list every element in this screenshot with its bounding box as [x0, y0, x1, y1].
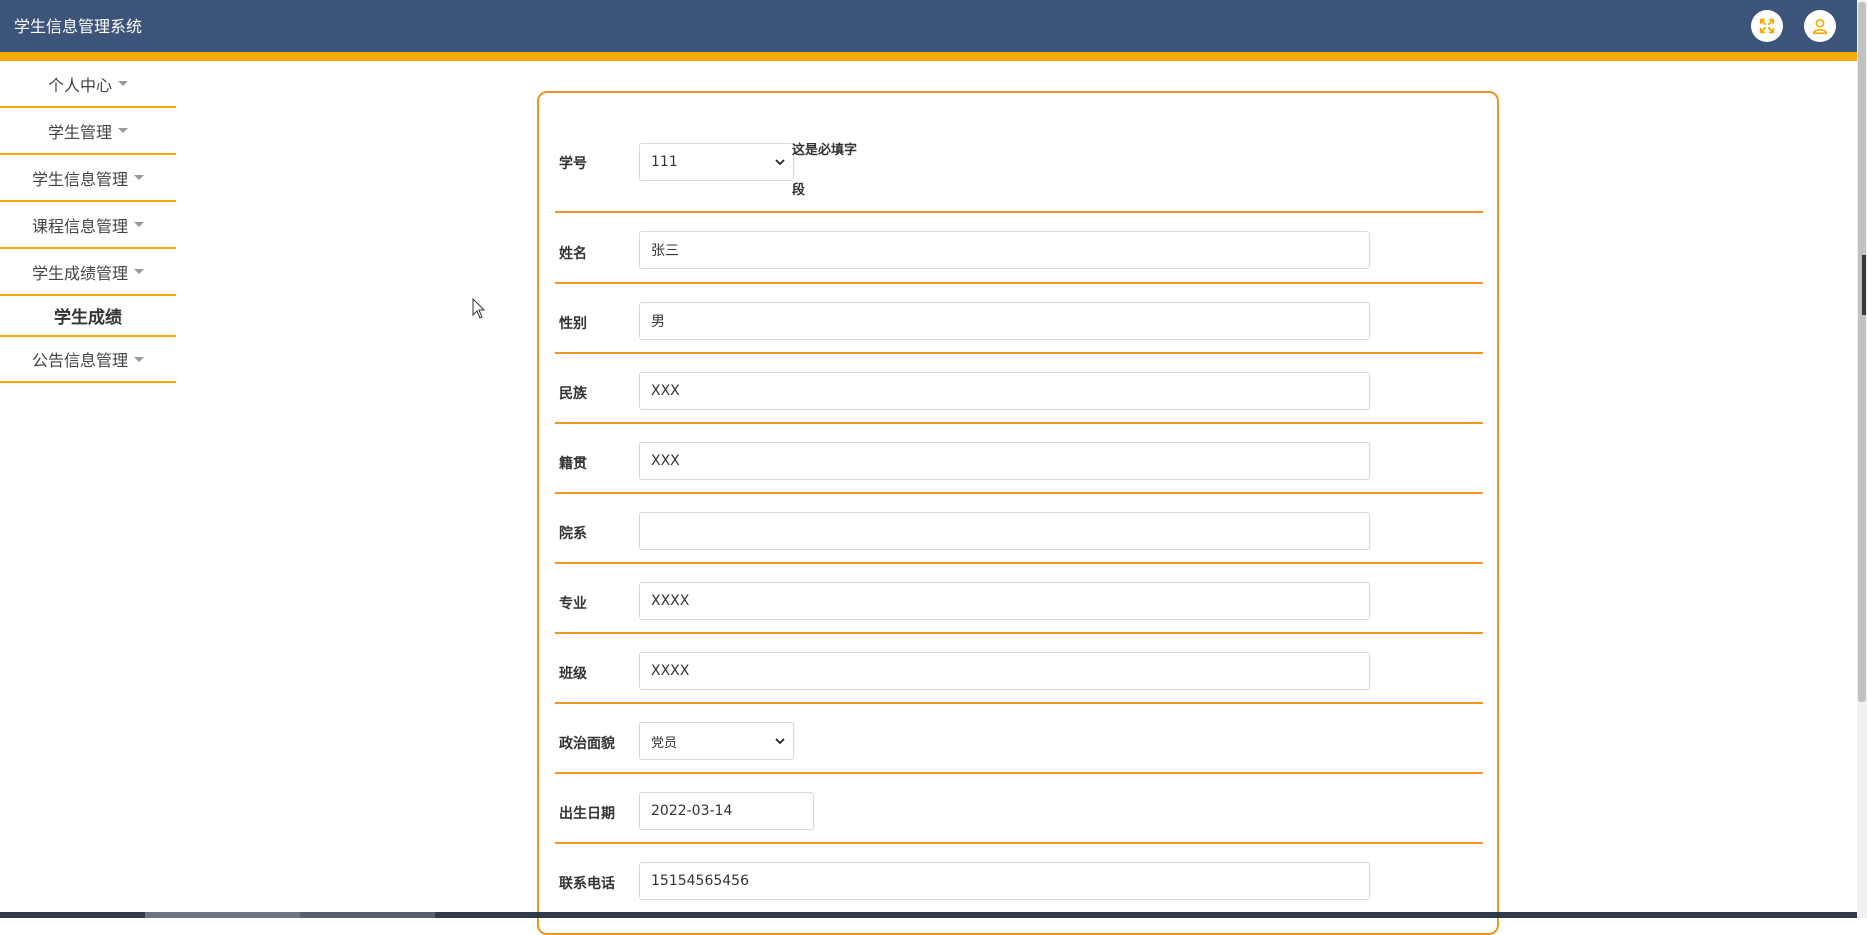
sidebar-item-label: 学生信息管理 [31, 169, 128, 189]
top-header: 学生信息管理系统 [0, 0, 1857, 61]
political-status-select[interactable]: 党员 [639, 722, 794, 760]
sidebar-item-label: 课程信息管理 [31, 216, 128, 236]
chevron-down-icon [775, 738, 785, 745]
name-label: 姓名 [559, 246, 587, 262]
gender-input[interactable]: 男 [639, 302, 1370, 340]
form-row-major: 专业 XXXX [555, 564, 1483, 634]
bottom-strip [0, 912, 1857, 918]
gender-label: 性别 [559, 316, 587, 332]
sidebar-item-student-info-management[interactable]: 学生信息管理 [0, 155, 176, 202]
department-input[interactable] [639, 512, 1370, 550]
form-row-birth-date: 出生日期 2022-03-14 [555, 774, 1483, 844]
student-info-form: 学号 111 姓名 张三 性别 男 民族 XXX 籍贯 XXX 院系 专业 XX… [537, 91, 1499, 935]
fullscreen-icon [1759, 18, 1775, 34]
class-input[interactable]: XXXX [639, 652, 1370, 690]
taskbar-segment [145, 912, 300, 918]
sidebar-item-student-grades[interactable]: 学生成绩 [0, 296, 176, 337]
hometown-input[interactable]: XXX [639, 442, 1370, 480]
student-id-label: 学号 [559, 156, 587, 172]
sidebar-item-grade-management[interactable]: 学生成绩管理 [0, 249, 176, 296]
sidebar-item-label: 学生管理 [47, 122, 112, 142]
form-row-student-id: 学号 111 [555, 93, 1483, 213]
sidebar-item-label: 学生成绩 [54, 308, 122, 328]
fullscreen-button[interactable] [1751, 10, 1783, 42]
caret-down-icon [118, 81, 128, 86]
ethnicity-label: 民族 [559, 386, 587, 402]
form-row-hometown: 籍贯 XXX [555, 424, 1483, 494]
form-row-ethnicity: 民族 XXX [555, 354, 1483, 424]
hometown-label: 籍贯 [559, 456, 587, 472]
form-row-department: 院系 [555, 494, 1483, 564]
phone-input[interactable]: 15154565456 [639, 862, 1370, 900]
caret-down-icon [118, 128, 128, 133]
form-row-phone: 联系电话 15154565456 [555, 844, 1483, 914]
birth-date-label: 出生日期 [559, 806, 615, 822]
form-row-class: 班级 XXXX [555, 634, 1483, 704]
sidebar-item-student-management[interactable]: 学生管理 [0, 108, 176, 155]
sidebar-item-personal-center[interactable]: 个人中心 [0, 61, 176, 108]
form-row-name: 姓名 张三 [555, 213, 1483, 284]
major-input[interactable]: XXXX [639, 582, 1370, 620]
sidebar-item-label: 学生成绩管理 [31, 263, 128, 283]
chevron-down-icon [775, 159, 785, 166]
required-field-hint: 这是必填字段 [792, 143, 858, 198]
name-input[interactable]: 张三 [639, 231, 1370, 269]
form-row-gender: 性别 男 [555, 284, 1483, 354]
phone-label: 联系电话 [559, 876, 615, 892]
birth-date-input[interactable]: 2022-03-14 [639, 792, 814, 830]
form-row-political-status: 政治面貌 党员 [555, 704, 1483, 774]
sidebar-item-label: 公告信息管理 [31, 351, 128, 370]
page-scrollbar[interactable] [1857, 0, 1867, 918]
ethnicity-input[interactable]: XXX [639, 372, 1370, 410]
sidebar: 个人中心 学生管理 学生信息管理 课程信息管理 学生成绩管理 学生成绩 公告信息… [0, 61, 176, 383]
caret-down-icon [134, 356, 144, 362]
scroll-marker [1862, 255, 1866, 315]
scrollbar-thumb[interactable] [1858, 2, 1866, 702]
caret-down-icon [134, 222, 144, 227]
user-icon [1812, 18, 1828, 35]
political-status-label: 政治面貌 [559, 736, 615, 752]
caret-down-icon [134, 175, 144, 180]
department-label: 院系 [559, 526, 587, 542]
mouse-cursor-icon [472, 298, 486, 319]
sidebar-item-announcement-management[interactable]: 公告信息管理 [0, 337, 176, 383]
major-label: 专业 [559, 596, 587, 612]
app-title: 学生信息管理系统 [14, 17, 143, 36]
sidebar-item-course-info-management[interactable]: 课程信息管理 [0, 202, 176, 249]
caret-down-icon [134, 269, 144, 274]
class-label: 班级 [559, 666, 587, 682]
student-id-select[interactable]: 111 [639, 143, 794, 181]
sidebar-item-label: 个人中心 [47, 75, 112, 95]
user-button[interactable] [1804, 10, 1836, 42]
taskbar-segment [300, 912, 435, 918]
